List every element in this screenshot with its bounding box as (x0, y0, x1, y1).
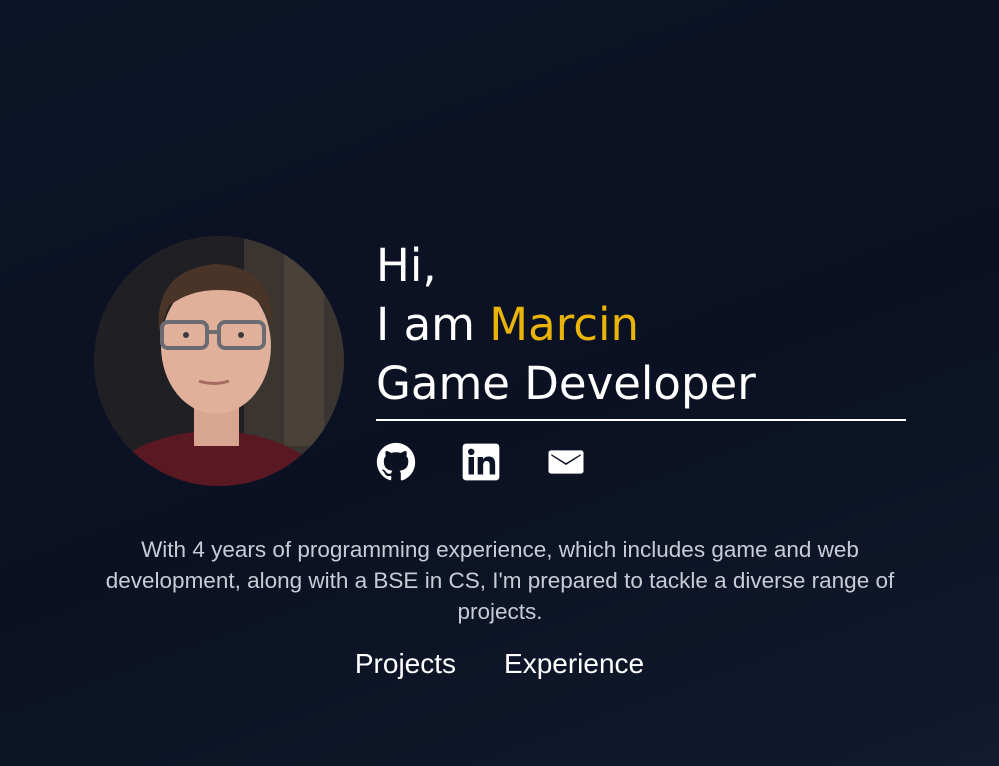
section-nav: Projects Experience (0, 646, 999, 682)
profile-photo (94, 236, 344, 486)
projects-link[interactable]: Projects (355, 646, 456, 682)
greeting: Hi, (376, 239, 437, 292)
social-links (376, 442, 631, 482)
bio-text: With 4 years of programming experience, … (105, 536, 895, 624)
intro-line: I am Marcin (376, 295, 906, 354)
name-highlight: Marcin (489, 298, 639, 351)
divider (376, 419, 906, 421)
linkedin-link[interactable] (461, 442, 501, 482)
github-link[interactable] (376, 442, 416, 482)
hero-section: Hi, I am Marcin Game Developer (94, 236, 906, 486)
experience-link[interactable]: Experience (504, 646, 644, 682)
role-title: Game Developer (376, 357, 756, 410)
mail-icon (548, 450, 584, 474)
profile-photo-illustration (94, 236, 344, 486)
email-link[interactable] (546, 442, 586, 482)
github-icon (376, 442, 416, 481)
intro-prefix: I am (376, 298, 490, 351)
intro-block: Hi, I am Marcin Game Developer (376, 236, 906, 481)
linkedin-icon (462, 443, 500, 481)
